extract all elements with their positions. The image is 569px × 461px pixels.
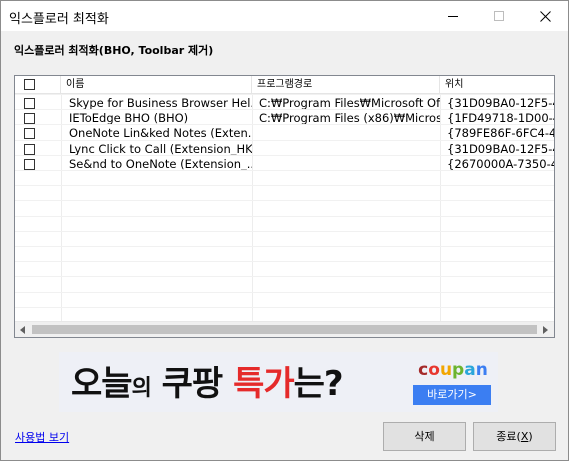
banner-text-5: 는? [293, 364, 344, 404]
row-checkbox[interactable] [24, 113, 35, 125]
grid-line [15, 261, 554, 263]
column-header-path[interactable]: 프로그램경로 [252, 76, 440, 94]
minimize-icon [448, 16, 458, 17]
grid-line [15, 154, 554, 156]
list-header: 이름 프로그램경로 위치 [15, 76, 554, 94]
header-select-all[interactable] [15, 76, 61, 94]
grid-line [15, 139, 554, 141]
horizontal-scrollbar[interactable] [15, 321, 554, 337]
grid-line [252, 94, 253, 322]
logo-letter: u [439, 360, 453, 380]
grid-line [440, 94, 441, 322]
coupang-logo: coupang [413, 360, 493, 400]
title-bar[interactable]: 익스플로러 최적화 [1, 1, 568, 31]
grid-line [15, 109, 554, 111]
row-checkbox[interactable] [24, 128, 35, 140]
maximize-button[interactable] [476, 1, 522, 31]
scroll-left-icon[interactable] [15, 322, 31, 337]
grid-line [15, 170, 554, 171]
column-header-name[interactable]: 이름 [61, 76, 252, 94]
banner-text-4: 특가 [233, 364, 295, 404]
grid-line [15, 306, 554, 308]
banner-text-1: 오늘 [71, 364, 133, 404]
close-icon [539, 10, 551, 22]
grid-line [15, 246, 554, 247]
grid-line [15, 94, 554, 95]
banner-text-3: 쿠팡 [161, 364, 224, 404]
column-header-location[interactable]: 위치 [440, 76, 554, 94]
scroll-right-icon[interactable] [538, 322, 554, 337]
grid-line [15, 124, 554, 126]
exit-button[interactable]: 종료(X) [473, 422, 556, 451]
help-link[interactable]: 사용법 보기 [15, 429, 69, 445]
logo-letter: c [418, 360, 429, 380]
banner-headline: 오늘의 쿠팡 특가는? [71, 356, 344, 405]
scrollbar-thumb[interactable] [32, 325, 537, 334]
row-checkbox[interactable] [24, 98, 35, 109]
grid-line [61, 94, 62, 322]
row-checkbox[interactable] [24, 143, 35, 155]
exit-label-close: ) [528, 430, 533, 443]
grid-line [15, 291, 554, 293]
grid-line [15, 185, 554, 187]
delete-button[interactable]: 삭제 [383, 422, 466, 451]
ad-banner[interactable]: 오늘의 쿠팡 특가는? coupang 바로가기> [59, 352, 498, 412]
logo-letter: o [428, 360, 440, 380]
banner-go-button[interactable]: 바로가기> [413, 385, 491, 405]
banner-text-2: 의 [131, 376, 152, 401]
logo-letter: n [475, 360, 488, 380]
app-window: 익스플로러 최적화 익스플로러 최적화(BHO, Toolbar 제거) 이름 … [0, 0, 569, 461]
grid-line [15, 230, 554, 232]
row-checkbox[interactable] [24, 158, 35, 170]
grid-line [15, 200, 554, 202]
logo-letter: p [452, 360, 465, 380]
close-button[interactable] [522, 1, 568, 31]
exit-label: 종료( [496, 430, 521, 443]
grid-line [15, 276, 554, 278]
window-title: 익스플로러 최적화 [9, 12, 109, 27]
minimize-button[interactable] [430, 1, 476, 31]
bho-list[interactable]: 이름 프로그램경로 위치 Skype for Business Browser … [14, 75, 555, 338]
select-all-checkbox[interactable] [24, 79, 35, 90]
grid-line [15, 215, 554, 217]
section-title: 익스플로러 최적화(BHO, Toolbar 제거) [14, 44, 214, 57]
logo-letter: a [464, 360, 476, 380]
maximize-icon [494, 11, 504, 21]
